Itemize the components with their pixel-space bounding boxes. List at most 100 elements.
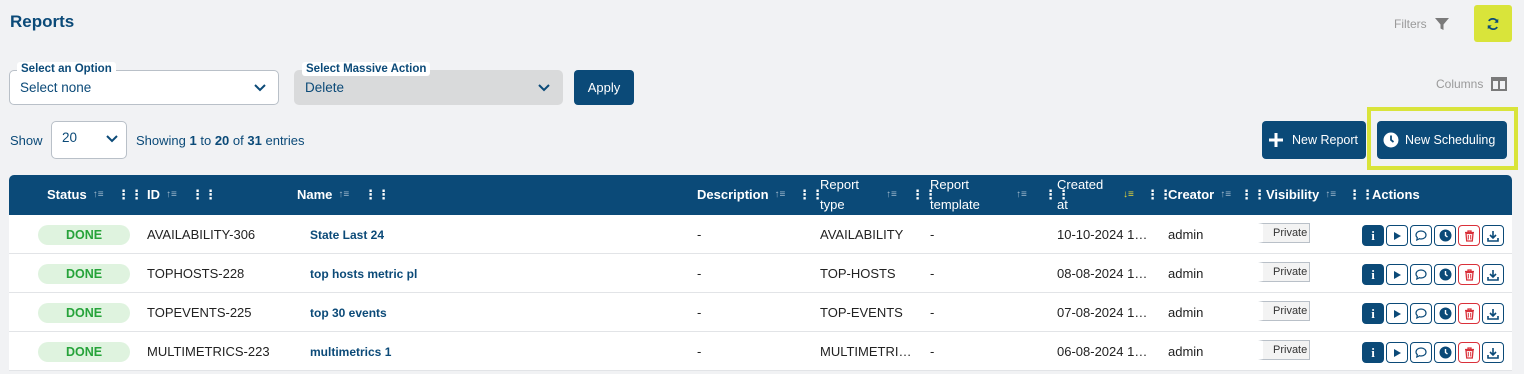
status-badge: DONE [38, 303, 130, 323]
run-button[interactable] [1386, 342, 1408, 363]
entries-suffix: entries [265, 133, 305, 148]
new-report-button[interactable]: New Report [1262, 121, 1366, 159]
col-report-template[interactable]: Report template ↑≡ [930, 175, 1050, 215]
comment-button[interactable] [1410, 264, 1432, 285]
info-button[interactable]: i [1362, 303, 1384, 324]
run-button[interactable] [1386, 264, 1408, 285]
apply-button[interactable]: Apply [574, 70, 634, 105]
report-id: MULTIMETRICS-223 [147, 344, 270, 359]
schedule-icon [1439, 307, 1451, 320]
download-icon [1487, 308, 1499, 320]
report-description: - [697, 344, 702, 359]
sort-icon[interactable]: ↑≡ [166, 185, 177, 205]
info-button[interactable]: i [1362, 342, 1384, 363]
report-name-link[interactable]: top 30 events [310, 293, 387, 332]
visibility-toggle[interactable]: Private [1258, 223, 1310, 243]
new-scheduling-label: New Scheduling [1405, 133, 1496, 147]
refresh-button[interactable] [1474, 5, 1512, 42]
filters-toggle[interactable]: Filters [1394, 16, 1450, 32]
comment-icon [1415, 230, 1427, 241]
col-actions-label: Actions [1372, 187, 1420, 202]
show-label: Show [10, 133, 43, 148]
run-button[interactable] [1386, 303, 1408, 324]
info-icon: i [1371, 344, 1375, 360]
col-created-at[interactable]: Created at ↓≡ [1057, 175, 1147, 215]
col-name[interactable]: Name ↑≡ [297, 175, 349, 215]
schedule-icon [1439, 268, 1451, 281]
col-description[interactable]: Description ↑≡ [697, 175, 785, 215]
option-select-value: Select none [20, 80, 92, 95]
delete-button[interactable] [1458, 342, 1480, 363]
comment-button[interactable] [1410, 303, 1432, 324]
sort-icon[interactable]: ↑≡ [1220, 185, 1231, 205]
sort-icon[interactable]: ↑≡ [886, 185, 897, 205]
trash-icon [1464, 307, 1474, 320]
option-select[interactable]: Select an Option Select none [9, 62, 279, 105]
grip-icon[interactable]: ⋮⋮ [191, 175, 217, 215]
sort-icon[interactable]: ↑≡ [338, 185, 349, 205]
report-id: TOPEVENTS-225 [147, 305, 252, 320]
entries-from: 1 [189, 133, 197, 148]
visibility-toggle[interactable]: Private [1258, 262, 1310, 282]
download-button[interactable] [1482, 264, 1504, 285]
massive-action-label: Select Massive Action [302, 62, 431, 76]
report-name-link[interactable]: State Last 24 [310, 215, 384, 254]
info-button[interactable]: i [1362, 264, 1384, 285]
creator: admin [1168, 227, 1204, 242]
created-at: 10-10-2024 1… [1057, 227, 1148, 242]
report-name-link[interactable]: multimetrics 1 [310, 332, 391, 371]
schedule-button[interactable] [1434, 264, 1456, 285]
download-icon [1487, 269, 1499, 281]
report-type: MULTIMETRI… [820, 344, 912, 359]
delete-button[interactable] [1458, 264, 1480, 285]
delete-button[interactable] [1458, 303, 1480, 324]
status-badge: DONE [38, 225, 130, 245]
massive-action-value: Delete [305, 80, 345, 95]
sort-icon[interactable]: ↑≡ [1325, 185, 1336, 205]
col-status[interactable]: Status ↑≡ [47, 175, 104, 215]
download-button[interactable] [1482, 225, 1504, 246]
columns-icon [1491, 77, 1508, 91]
schedule-button[interactable] [1434, 342, 1456, 363]
report-name-link[interactable]: top hosts metric pl [310, 254, 417, 293]
grip-icon[interactable]: ⋮⋮ [1348, 175, 1374, 215]
massive-action-select[interactable]: Select Massive Action Delete [294, 62, 563, 105]
trash-icon [1464, 229, 1474, 242]
visibility-toggle[interactable]: Private [1258, 340, 1310, 360]
schedule-icon [1439, 229, 1451, 242]
sort-active-icon[interactable]: ↓≡ [1123, 185, 1134, 205]
schedule-button[interactable] [1434, 225, 1456, 246]
delete-button[interactable] [1458, 225, 1480, 246]
col-visibility[interactable]: Visibility ↑≡ [1266, 175, 1336, 215]
new-scheduling-button[interactable]: New Scheduling [1377, 121, 1507, 159]
report-description: - [697, 305, 702, 320]
grip-icon[interactable]: ⋮⋮ [1240, 175, 1266, 215]
grip-icon[interactable]: ⋮⋮ [117, 175, 143, 215]
grip-icon[interactable]: ⋮⋮ [364, 175, 390, 215]
creator: admin [1168, 266, 1204, 281]
sort-icon[interactable]: ↑≡ [775, 185, 786, 205]
col-id[interactable]: ID ↑≡ [147, 175, 177, 215]
download-button[interactable] [1482, 342, 1504, 363]
col-id-label: ID [147, 187, 160, 202]
play-icon [1393, 348, 1401, 357]
download-button[interactable] [1482, 303, 1504, 324]
columns-toggle[interactable]: Columns [1436, 77, 1508, 91]
table-row: DONE TOPEVENTS-225 top 30 events - TOP-E… [9, 293, 1512, 332]
page-size-select[interactable]: 20 [51, 121, 127, 159]
info-button[interactable]: i [1362, 225, 1384, 246]
schedule-button[interactable] [1434, 303, 1456, 324]
report-description: - [697, 227, 702, 242]
col-report-type[interactable]: Report type ↑≡ [820, 175, 910, 215]
created-at: 08-08-2024 1… [1057, 266, 1148, 281]
comment-button[interactable] [1410, 225, 1432, 246]
sort-icon[interactable]: ↑≡ [1016, 185, 1027, 205]
run-button[interactable] [1386, 225, 1408, 246]
comment-button[interactable] [1410, 342, 1432, 363]
col-actions: Actions [1372, 175, 1420, 215]
download-icon [1487, 347, 1499, 359]
row-actions: i [1362, 342, 1504, 363]
col-creator[interactable]: Creator ↑≡ [1168, 175, 1231, 215]
sort-icon[interactable]: ↑≡ [93, 185, 104, 205]
visibility-toggle[interactable]: Private [1258, 301, 1310, 321]
